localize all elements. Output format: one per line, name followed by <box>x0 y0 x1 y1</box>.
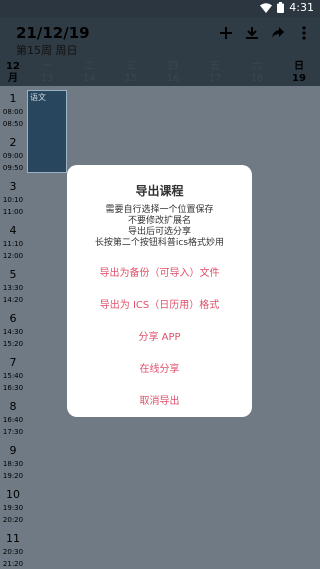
download-icon[interactable] <box>244 25 260 41</box>
slot-number: 7 <box>9 356 17 369</box>
date-label: 16 <box>166 73 180 84</box>
slot-end: 08:50 <box>2 120 24 128</box>
slot-start: 09:00 <box>2 152 24 160</box>
time-slot: 2 09:00 09:50 <box>0 130 26 174</box>
wifi-icon <box>260 2 273 13</box>
time-slot: 5 13:30 14:20 <box>0 262 26 306</box>
time-slot: 6 14:30 15:20 <box>0 306 26 350</box>
date-label: 19 <box>292 73 306 84</box>
slot-start: 18:30 <box>2 460 24 468</box>
export-dialog: 导出课程 需要自行选择一个位置保存 不要修改扩展名 导出后可选分享 长按第二个按… <box>67 165 252 417</box>
date-label: 13 <box>40 73 54 84</box>
slot-number: 5 <box>9 268 17 281</box>
export-ics-button[interactable]: 导出为 ICS（日历用）格式 <box>67 296 252 311</box>
weekday-label: 二 <box>84 61 94 72</box>
dialog-title: 导出课程 <box>135 184 184 198</box>
month-number: 12 <box>6 61 20 72</box>
slot-end: 16:30 <box>2 384 24 392</box>
online-share-button[interactable]: 在线分享 <box>67 360 252 375</box>
slot-number: 6 <box>9 312 17 325</box>
day-header: 12 月 一 13 二 14 三 15 四 16 五 17 六 18 日 19 <box>0 60 320 86</box>
slot-start: 20:30 <box>2 548 24 556</box>
date-label: 17 <box>208 73 222 84</box>
share-app-button[interactable]: 分享 APP <box>67 328 252 343</box>
date-label: 15 <box>124 73 138 84</box>
app-bar: 21/12/19 第15周 周日 <box>0 18 320 60</box>
slot-start: 11:10 <box>2 240 24 248</box>
course-name: 语文 <box>30 93 46 102</box>
dialog-description: 长按第二个按钮科普ics格式妙用 <box>94 238 225 248</box>
weekday-label: 四 <box>168 61 178 72</box>
page-title: 21/12/19 <box>16 24 90 42</box>
slot-start: 14:30 <box>2 328 24 336</box>
slot-end: 14:20 <box>2 296 24 304</box>
weekday-label: 一 <box>42 61 52 72</box>
slot-end: 12:00 <box>2 252 24 260</box>
slot-number: 1 <box>9 92 17 105</box>
week-indicator: 第15周 周日 <box>16 44 78 57</box>
slot-number: 8 <box>9 400 17 413</box>
slot-start: 10:10 <box>2 196 24 204</box>
weekday-label: 日 <box>294 61 304 72</box>
slot-number: 11 <box>6 532 20 545</box>
day-column-header-today: 日 19 <box>278 60 320 86</box>
weekday-label: 六 <box>252 61 262 72</box>
slot-end: 19:20 <box>2 472 24 480</box>
slot-end: 11:00 <box>2 208 24 216</box>
export-backup-button[interactable]: 导出为备份（可导入）文件 <box>67 264 252 279</box>
more-icon[interactable] <box>296 25 312 41</box>
time-slot: 9 18:30 19:20 <box>0 438 26 482</box>
time-slot: 1 08:00 08:50 <box>0 86 26 130</box>
slot-number: 2 <box>9 136 17 149</box>
slot-start: 19:30 <box>2 504 24 512</box>
share-icon[interactable] <box>270 25 286 41</box>
date-label: 14 <box>82 73 96 84</box>
time-slot: 11 20:30 21:20 <box>0 526 26 569</box>
time-slot: 10 19:30 20:20 <box>0 482 26 526</box>
time-slot: 7 15:40 16:30 <box>0 350 26 394</box>
slot-end: 17:30 <box>2 428 24 436</box>
add-icon[interactable] <box>218 25 234 41</box>
slot-end: 09:50 <box>2 164 24 172</box>
battery-icon <box>277 2 285 13</box>
slot-end: 15:20 <box>2 340 24 348</box>
time-slot: 3 10:10 11:00 <box>0 174 26 218</box>
time-slot: 8 16:40 17:30 <box>0 394 26 438</box>
status-bar: 4:31 <box>0 0 320 18</box>
date-label: 18 <box>250 73 264 84</box>
slot-number: 4 <box>9 224 17 237</box>
day-column-header: 四 16 <box>152 60 194 86</box>
slot-start: 15:40 <box>2 372 24 380</box>
day-column-header: 五 17 <box>194 60 236 86</box>
month-unit: 月 <box>8 73 18 84</box>
cancel-export-button[interactable]: 取消导出 <box>67 392 252 407</box>
weekday-label: 五 <box>210 61 220 72</box>
slot-end: 21:20 <box>2 560 24 568</box>
slot-start: 08:00 <box>2 108 24 116</box>
toolbar-actions <box>218 25 312 41</box>
course-block[interactable]: 语文 <box>27 90 67 173</box>
slot-number: 3 <box>9 180 17 193</box>
day-column-header: 三 15 <box>110 60 152 86</box>
day-column-header: 二 14 <box>68 60 110 86</box>
status-icons: 4:31 <box>260 1 314 14</box>
slot-number: 9 <box>9 444 17 457</box>
day-column-header: 六 18 <box>236 60 278 86</box>
day-column-header: 一 13 <box>26 60 68 86</box>
slot-start: 16:40 <box>2 416 24 424</box>
slot-start: 13:30 <box>2 284 24 292</box>
time-slot: 4 11:10 12:00 <box>0 218 26 262</box>
slot-end: 20:20 <box>2 516 24 524</box>
status-time: 4:31 <box>289 1 314 14</box>
weekday-label: 三 <box>126 61 136 72</box>
month-label: 12 月 <box>0 60 26 86</box>
slot-number: 10 <box>6 488 20 501</box>
